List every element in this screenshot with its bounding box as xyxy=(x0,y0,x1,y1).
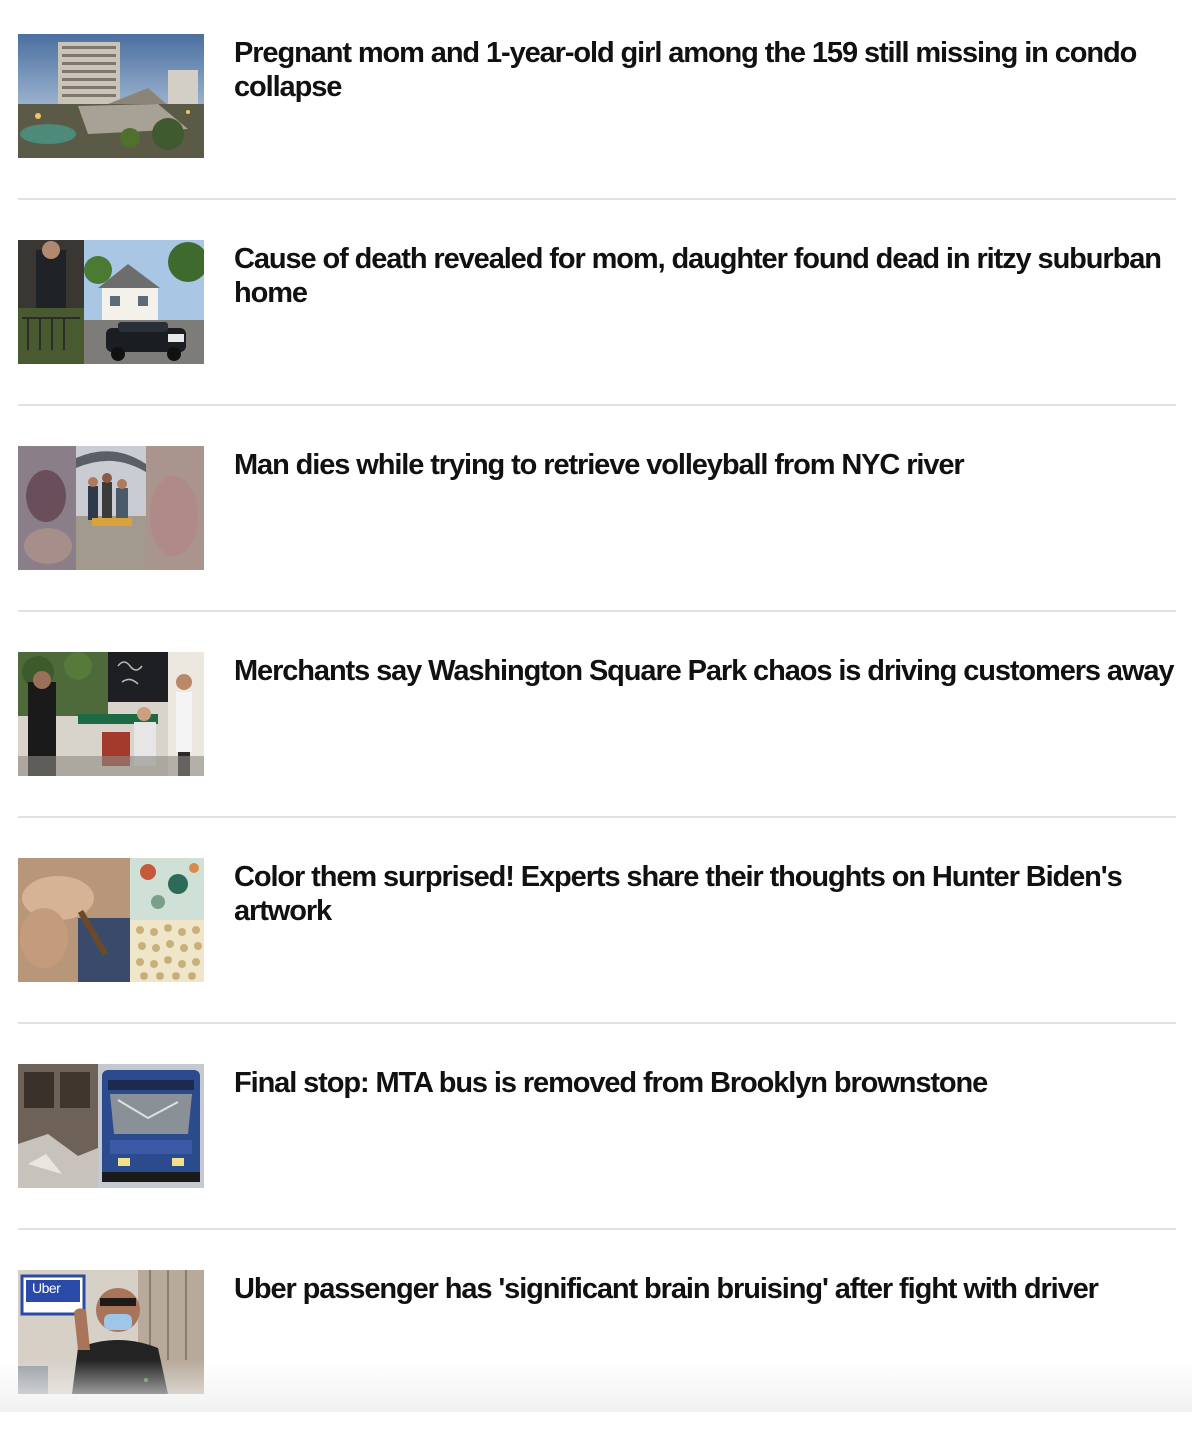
mta-bus-image xyxy=(18,1064,204,1188)
artwork-image xyxy=(18,858,204,982)
story-headline[interactable]: Man dies while trying to retrieve volley… xyxy=(234,448,965,482)
story-item: Cause of death revealed for mom, daughte… xyxy=(18,240,1176,406)
story-thumbnail[interactable] xyxy=(18,446,204,570)
story-thumbnail[interactable] xyxy=(18,652,204,776)
story-item: Final stop: MTA bus is removed from Broo… xyxy=(18,1064,1176,1230)
story-thumbnail[interactable] xyxy=(18,1064,204,1188)
story-item: Pregnant mom and 1-year-old girl among t… xyxy=(18,34,1176,200)
story-thumbnail[interactable] xyxy=(18,240,204,364)
uber-sign-text: Uber xyxy=(32,1280,61,1296)
story-thumbnail[interactable] xyxy=(18,34,204,158)
suburban-home-police-image xyxy=(18,240,204,364)
story-thumbnail[interactable] xyxy=(18,858,204,982)
washington-square-image xyxy=(18,652,204,776)
story-headline[interactable]: Merchants say Washington Square Park cha… xyxy=(234,654,1175,688)
story-headline[interactable]: Color them surprised! Experts share thei… xyxy=(234,860,1174,928)
story-headline[interactable]: Uber passenger has 'significant brain br… xyxy=(234,1272,1099,1306)
story-headline[interactable]: Final stop: MTA bus is removed from Broo… xyxy=(234,1066,988,1100)
story-item: Color them surprised! Experts share thei… xyxy=(18,858,1176,1024)
news-feed: Pregnant mom and 1-year-old girl among t… xyxy=(18,34,1176,1434)
river-rescue-image xyxy=(18,446,204,570)
condo-collapse-image xyxy=(18,34,204,158)
story-thumbnail[interactable]: Uber xyxy=(18,1270,204,1394)
story-item: Uber Uber passenger has 'significant bra… xyxy=(18,1270,1176,1434)
story-headline[interactable]: Cause of death revealed for mom, daughte… xyxy=(234,242,1174,310)
story-headline[interactable]: Pregnant mom and 1-year-old girl among t… xyxy=(234,36,1174,104)
story-item: Merchants say Washington Square Park cha… xyxy=(18,652,1176,818)
story-item: Man dies while trying to retrieve volley… xyxy=(18,446,1176,612)
